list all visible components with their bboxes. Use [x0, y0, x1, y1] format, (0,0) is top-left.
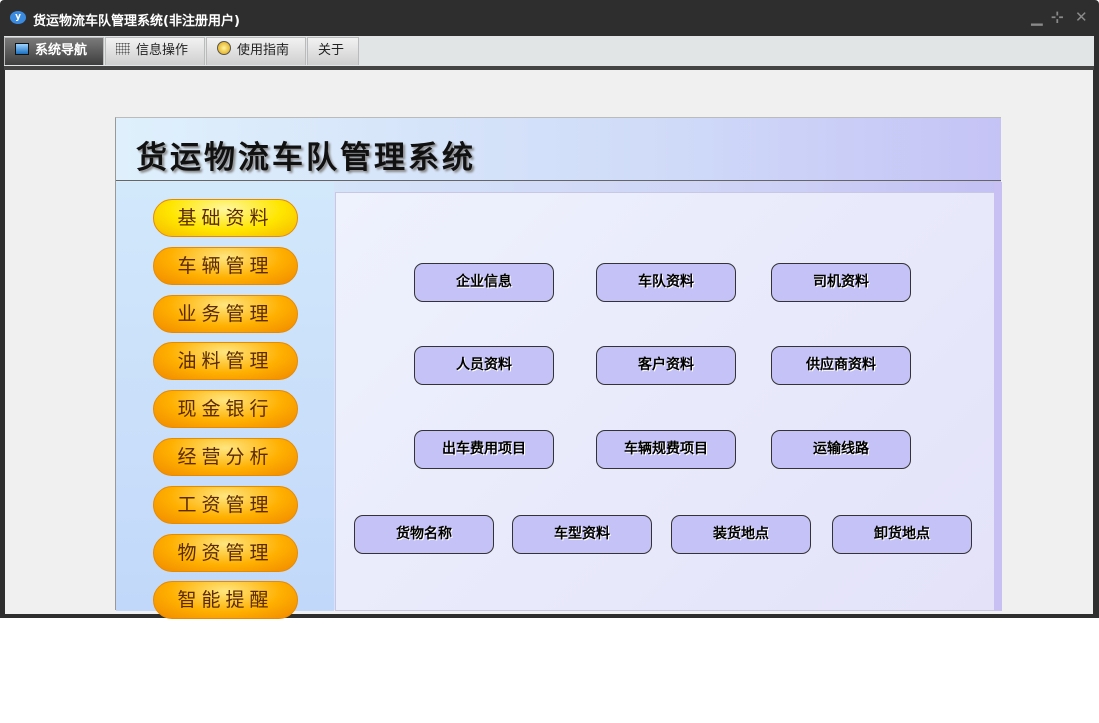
help-icon: [217, 41, 231, 55]
function-button[interactable]: 货物名称: [354, 515, 494, 554]
tab-label: 系统导航: [35, 43, 88, 58]
tab-system-nav[interactable]: 系统导航: [4, 37, 104, 65]
banner: 货运物流车队管理系统: [116, 118, 1001, 181]
minimize-icon[interactable]: ▁: [1031, 8, 1043, 26]
side-menu-button[interactable]: 现金银行: [153, 390, 298, 429]
function-button[interactable]: 人员资料: [414, 346, 554, 385]
function-button[interactable]: 卸货地点: [832, 515, 972, 554]
tab-label: 关于: [318, 43, 345, 58]
function-button[interactable]: 供应商资料: [771, 346, 911, 385]
tab-bar: 系统导航 信息操作 使用指南 关于: [4, 36, 1094, 66]
banner-title: 货运物流车队管理系统: [136, 140, 476, 176]
side-menu-button[interactable]: 智能提醒: [153, 581, 298, 620]
side-menu-button[interactable]: 经营分析: [153, 438, 298, 476]
side-menu-button[interactable]: 车辆管理: [153, 246, 298, 285]
function-button[interactable]: 司机资料: [771, 263, 911, 302]
function-button[interactable]: 车辆规费项目: [596, 430, 736, 469]
tab-about[interactable]: 关于: [307, 37, 359, 65]
monitor-icon: [15, 43, 29, 55]
tab-label: 信息操作: [136, 43, 189, 58]
function-button[interactable]: 客户资料: [596, 346, 736, 385]
close-icon[interactable]: ✕: [1075, 8, 1088, 26]
restore-icon[interactable]: ⊹: [1051, 8, 1064, 26]
title-bar: y 货运物流车队管理系统(非注册用户) ▁ ⊹ ✕: [0, 0, 1099, 36]
app-logo-icon: y: [10, 11, 26, 24]
function-button[interactable]: 车型资料: [512, 515, 652, 554]
tab-info-ops[interactable]: 信息操作: [105, 37, 205, 65]
nav-panel: 货运物流车队管理系统 基础资料车辆管理业务管理油料管理现金银行经营分析工资管理物…: [115, 117, 1002, 620]
function-button[interactable]: 装货地点: [671, 515, 811, 554]
tab-user-guide[interactable]: 使用指南: [206, 37, 306, 65]
side-menu-button[interactable]: 油料管理: [153, 342, 298, 381]
side-menu-button[interactable]: 物资管理: [153, 533, 298, 572]
function-button[interactable]: 运输线路: [771, 430, 911, 469]
side-menu: 基础资料车辆管理业务管理油料管理现金银行经营分析工资管理物资管理智能提醒: [116, 182, 334, 620]
side-menu-button[interactable]: 基础资料: [153, 199, 298, 237]
panel-edge: [994, 182, 1002, 611]
side-menu-button[interactable]: 工资管理: [153, 485, 298, 524]
side-menu-button[interactable]: 业务管理: [153, 294, 298, 333]
window-title: 货运物流车队管理系统(非注册用户): [33, 14, 240, 29]
function-button[interactable]: 车队资料: [596, 263, 736, 302]
grid-icon: [116, 43, 130, 55]
tab-label: 使用指南: [237, 43, 290, 58]
function-button[interactable]: 企业信息: [414, 263, 554, 302]
function-button[interactable]: 出车费用项目: [414, 430, 554, 469]
